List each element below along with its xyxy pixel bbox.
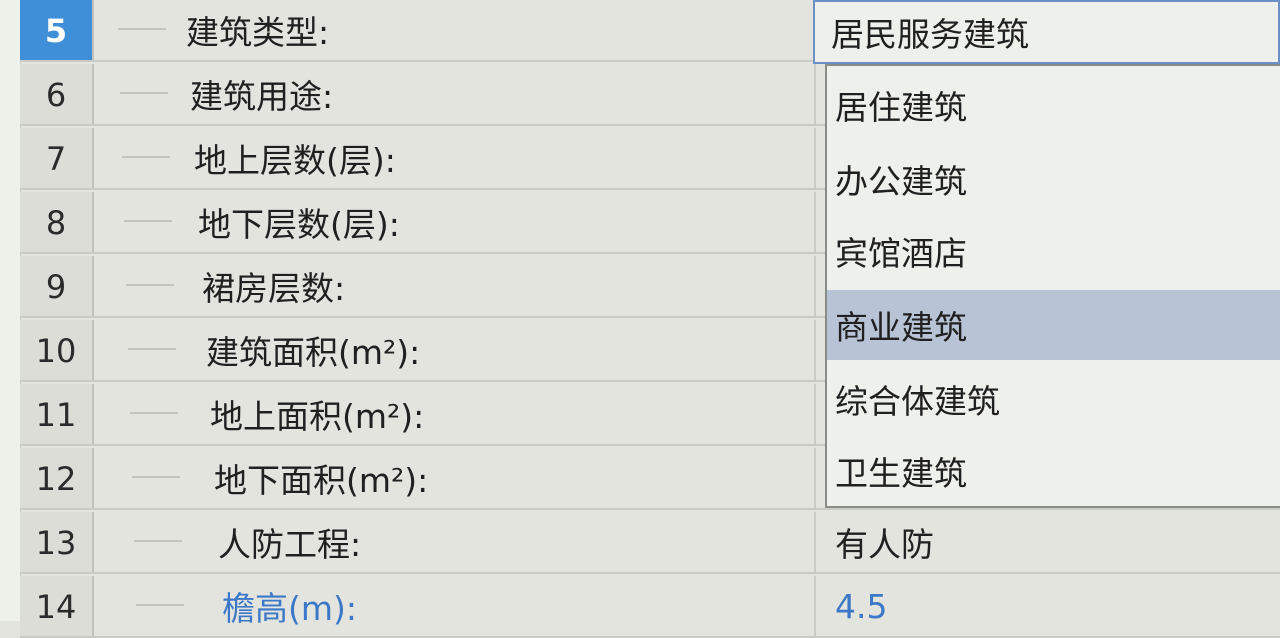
field-value[interactable]: 4.5 xyxy=(835,576,887,636)
indent-marker xyxy=(130,412,178,414)
indent-marker xyxy=(124,220,172,222)
column-separator xyxy=(814,512,816,572)
column-separator xyxy=(814,256,816,316)
indent-marker xyxy=(126,284,174,286)
field-value[interactable]: 有人防 xyxy=(835,512,934,572)
row-header[interactable]: 8 xyxy=(20,192,94,252)
left-edge-strip xyxy=(0,0,21,621)
indent-marker xyxy=(136,604,184,606)
row-header[interactable]: 10 xyxy=(20,320,94,380)
field-label: 建筑类型: xyxy=(186,13,330,52)
indent-marker xyxy=(120,92,168,94)
indent-marker xyxy=(132,476,180,478)
column-separator xyxy=(814,576,816,636)
dropdown-option[interactable]: 办公建筑 xyxy=(827,144,1280,214)
dropdown-option[interactable]: 居住建筑 xyxy=(827,70,1280,140)
row-header[interactable]: 6 xyxy=(20,64,94,124)
column-separator xyxy=(814,384,816,444)
field-label: 地上面积(m²): xyxy=(210,397,425,436)
field-label: 建筑面积(m²): xyxy=(206,333,421,372)
indent-marker xyxy=(134,540,182,542)
row-header[interactable]: 13 xyxy=(20,512,94,572)
dropdown-option[interactable]: 综合体建筑 xyxy=(827,364,1280,434)
dropdown-option[interactable]: 宾馆酒店 xyxy=(827,216,1280,286)
dropdown-option[interactable]: 卫生建筑 xyxy=(827,436,1280,506)
row-header[interactable]: 12 xyxy=(20,448,94,508)
table-row: 13 人防工程: 有人防 xyxy=(20,512,1280,574)
field-label: 人防工程: xyxy=(218,525,362,564)
column-separator xyxy=(814,192,816,252)
building-type-dropdown-list: 居住建筑 办公建筑 宾馆酒店 商业建筑 综合体建筑 卫生建筑 xyxy=(825,64,1280,508)
building-type-select[interactable]: 居民服务建筑 xyxy=(813,0,1280,64)
dropdown-option-highlighted[interactable]: 商业建筑 xyxy=(827,290,1280,360)
indent-marker xyxy=(118,28,166,30)
column-separator xyxy=(814,448,816,508)
row-header[interactable]: 14 xyxy=(20,576,94,636)
row-header[interactable]: 5 xyxy=(20,0,94,60)
indent-marker xyxy=(122,156,170,158)
table-row: 14 檐高(m): 4.5 xyxy=(20,576,1280,638)
field-label: 地下层数(层): xyxy=(198,205,400,244)
row-header[interactable]: 9 xyxy=(20,256,94,316)
row-header[interactable]: 7 xyxy=(20,128,94,188)
field-label: 裙房层数: xyxy=(202,269,346,308)
column-separator xyxy=(814,128,816,188)
indent-marker xyxy=(128,348,176,350)
column-separator xyxy=(814,64,816,124)
field-label: 檐高(m): xyxy=(222,589,358,628)
field-label: 地下面积(m²): xyxy=(214,461,429,500)
field-label: 建筑用途: xyxy=(190,77,334,116)
column-separator xyxy=(814,320,816,380)
field-label: 地上层数(层): xyxy=(194,141,396,180)
row-header[interactable]: 11 xyxy=(20,384,94,444)
